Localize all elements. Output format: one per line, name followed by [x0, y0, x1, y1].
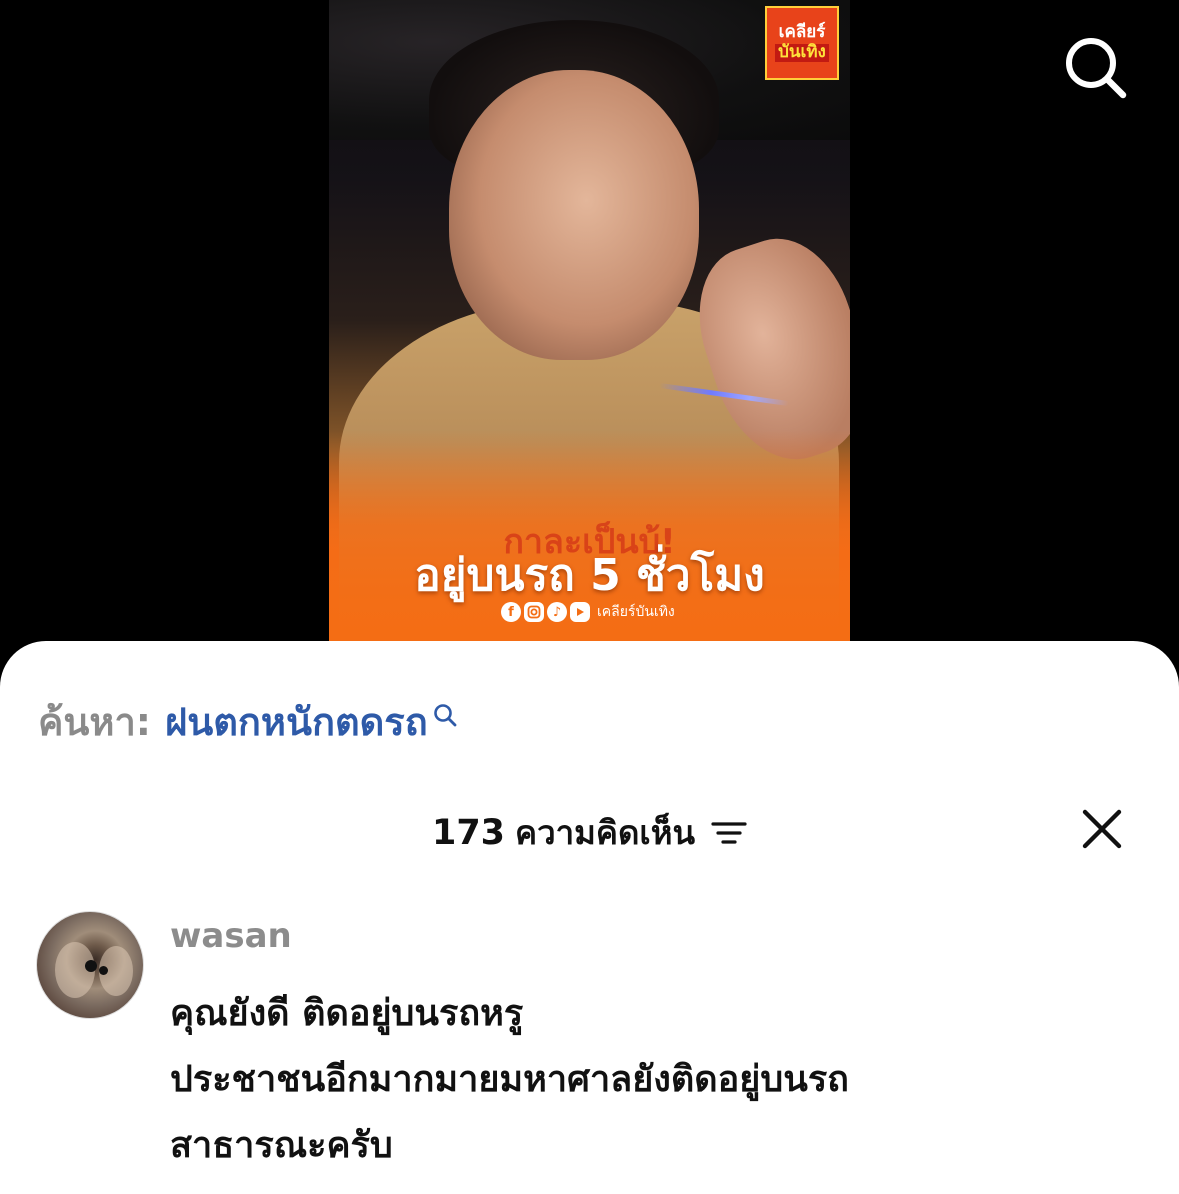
social-handle: เคลียร์บันเทิง — [597, 604, 675, 620]
comment-line: คุณยังดี ติดอยู่บนรถหรู — [170, 993, 524, 1034]
facebook-icon: f — [501, 602, 521, 622]
sort-filter-icon[interactable] — [711, 819, 747, 847]
screen: เคลียร์ บันเทิง กาละเป็นบ้! อยู่บนรถ 5 ช… — [0, 0, 1179, 1194]
avatar[interactable] — [36, 911, 144, 1019]
comments-label: ความคิดเห็น — [515, 813, 696, 852]
channel-logo-line2: บันเทิง — [775, 43, 829, 62]
close-comments-button[interactable] — [1076, 803, 1128, 855]
video-caption: อยู่บนรถ 5 ชั่วโมง — [414, 550, 765, 601]
youtube-icon — [570, 602, 590, 622]
channel-logo-line1: เคลียร์ — [778, 22, 826, 43]
related-search-prefix: ค้นหา: — [38, 700, 151, 744]
related-search-query: ฝนตกหนักตดรถ — [164, 700, 428, 744]
related-search-link[interactable]: ค้นหา: ฝนตกหนักตดรถ — [38, 691, 458, 752]
comment-line: ประชาชนอีกมากมายมหาศาลยังติดอยู่บนรถ — [170, 1059, 849, 1100]
comment-text: คุณยังดี ติดอยู่บนรถหรู ประชาชนอีกมากมาย… — [170, 981, 1070, 1179]
comments-count: 173 — [431, 812, 506, 853]
video-player[interactable]: เคลียร์ บันเทิง กาละเป็นบ้! อยู่บนรถ 5 ช… — [329, 0, 850, 641]
tiktok-icon: ♪ — [547, 602, 567, 622]
video-social-row: f ♪ เคลียร์บันเทิง — [501, 601, 675, 623]
comments-header: 173 ความคิดเห็น — [0, 806, 1179, 859]
video-person-face — [449, 70, 699, 360]
comment-username[interactable]: wasan — [170, 916, 292, 956]
comments-sheet: ค้นหา: ฝนตกหนักตดรถ 173 ความคิดเห็น wasa… — [0, 641, 1179, 1194]
instagram-icon — [524, 602, 544, 622]
search-icon — [432, 693, 458, 737]
close-icon — [1082, 809, 1122, 849]
search-button[interactable] — [1060, 32, 1132, 104]
channel-logo: เคลียร์ บันเทิง — [765, 6, 839, 80]
search-icon — [1066, 38, 1127, 99]
comment-line: สาธารณะครับ — [170, 1125, 393, 1166]
